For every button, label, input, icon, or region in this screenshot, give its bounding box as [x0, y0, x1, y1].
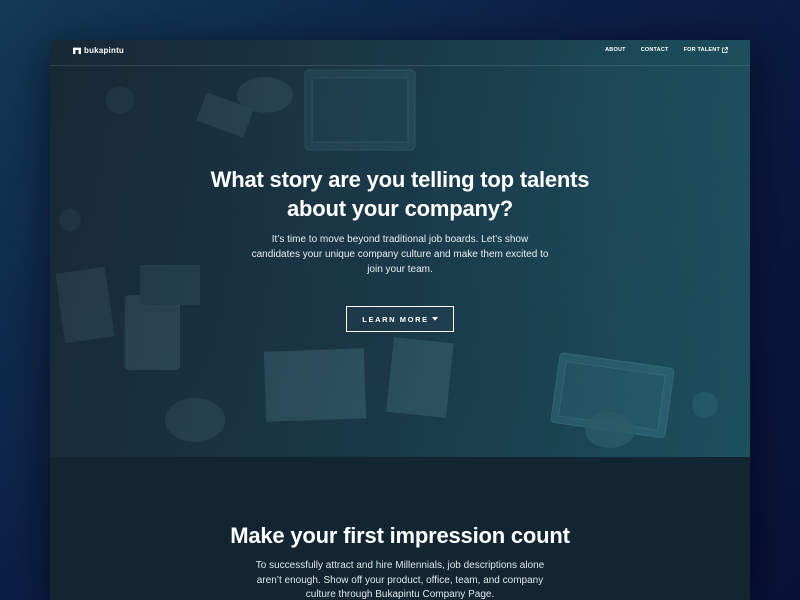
nav-menu: ABOUT CONTACT FOR TALENT: [605, 47, 728, 53]
brand-name: bukapintu: [84, 46, 125, 55]
impression-section: Make your first impression count To succ…: [50, 457, 750, 600]
nav-item-for-talent[interactable]: FOR TALENT: [684, 47, 728, 53]
section-subtitle: To successfully attract and hire Millenn…: [255, 560, 545, 600]
hero-subtitle: It’s time to move beyond traditional job…: [251, 234, 549, 275]
learn-more-button[interactable]: LEARN MORE: [346, 306, 454, 332]
nav-item-label: CONTACT: [640, 47, 669, 53]
door-icon: [73, 47, 81, 54]
learn-more-label: LEARN MORE: [362, 314, 429, 324]
section-title: Make your first impression count: [230, 523, 570, 548]
top-navbar: bukapintu ABOUT CONTACT FOR TALENT: [50, 40, 750, 66]
external-link-icon: [722, 47, 728, 53]
hero-content: What story are you telling top talents a…: [50, 165, 750, 277]
caret-down-icon: [431, 317, 438, 321]
brand-logo[interactable]: bukapintu: [73, 46, 124, 55]
nav-item-label: ABOUT: [605, 47, 626, 53]
nav-item-label: FOR TALENT: [683, 47, 720, 53]
nav-item-about[interactable]: ABOUT: [605, 47, 626, 53]
nav-item-contact[interactable]: CONTACT: [641, 47, 669, 53]
hero-section: bukapintu ABOUT CONTACT FOR TALENT What …: [50, 40, 750, 457]
hero-title: What story are you telling top talents a…: [210, 167, 590, 221]
website-screenshot: bukapintu ABOUT CONTACT FOR TALENT What …: [50, 40, 750, 600]
